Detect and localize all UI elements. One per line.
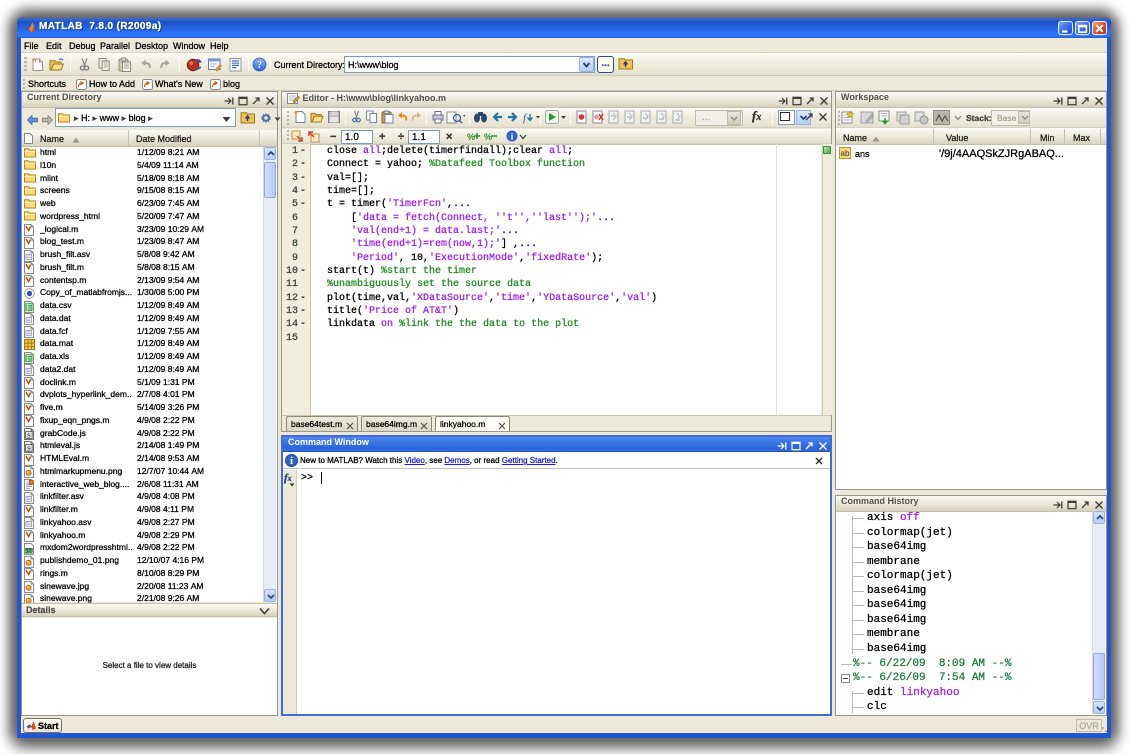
svg-text:%: % [467, 132, 475, 142]
svg-text:S: S [27, 432, 31, 439]
svg-text:i: i [290, 456, 293, 467]
svg-text:XSL: XSL [25, 548, 34, 553]
svg-text:S: S [27, 445, 31, 452]
svg-text:%: % [484, 132, 492, 142]
svg-text:?: ? [257, 60, 262, 71]
svg-text:ab: ab [841, 149, 850, 158]
